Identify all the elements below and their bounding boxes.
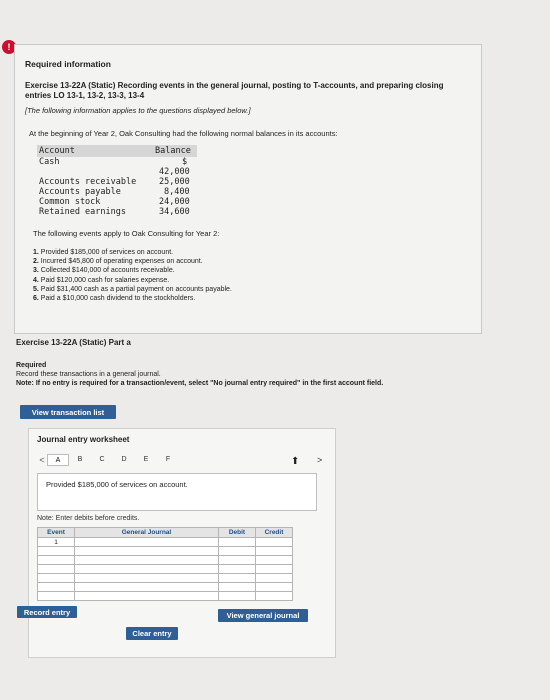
worksheet-title: Journal entry worksheet — [37, 435, 130, 444]
transaction-prompt: Provided $185,000 of services on account… — [37, 473, 317, 511]
tab-f[interactable]: F — [157, 454, 179, 466]
event-number: 1 — [36, 537, 76, 547]
balance-value: 42,000 — [159, 167, 190, 177]
event-cell — [36, 555, 76, 565]
general-journal-column-header: General Journal — [74, 527, 219, 538]
balance-table: Account Balance Cash $ 42,000 Accounts r… — [37, 145, 197, 217]
tab-b[interactable]: B — [69, 454, 91, 466]
balance-column-header: Balance — [155, 146, 191, 156]
events-title: The following events apply to Oak Consul… — [33, 229, 220, 238]
journal-entry-worksheet: Journal entry worksheet < A B C D E F ⬆ … — [28, 428, 336, 658]
account-name: Retained earnings — [39, 207, 126, 217]
debit-input[interactable] — [217, 573, 256, 583]
table-row — [36, 546, 294, 556]
event-cell — [36, 546, 76, 556]
account-input[interactable] — [74, 537, 219, 547]
exercise-title: Exercise 13-22A (Static) Recording event… — [25, 81, 444, 100]
event-cell — [36, 591, 76, 601]
view-transaction-list-button[interactable]: View transaction list — [20, 405, 116, 419]
event-column-header: Event — [36, 527, 76, 538]
clear-entry-button[interactable]: Clear entry — [126, 627, 178, 640]
balance-value: 25,000 — [159, 177, 190, 187]
table-row — [36, 555, 294, 565]
debit-input[interactable] — [217, 591, 256, 601]
account-name: Common stock — [39, 197, 101, 207]
debit-input[interactable] — [217, 537, 256, 547]
balance-value: 34,600 — [159, 207, 190, 217]
credit-column-header: Credit — [254, 527, 294, 538]
event-item: 4. Paid $120,000 cash for salaries expen… — [33, 276, 170, 284]
record-entry-button[interactable]: Record entry — [17, 606, 77, 618]
required-note: Note: If no entry is required for a tran… — [16, 380, 384, 387]
intro-text: At the beginning of Year 2, Oak Consulti… — [29, 129, 338, 138]
account-input[interactable] — [74, 546, 219, 556]
required-information-heading: Required information — [25, 59, 111, 69]
event-item: 2. Incurred $45,800 of operating expense… — [33, 258, 203, 266]
table-row: 1 — [36, 537, 294, 547]
event-cell — [36, 564, 76, 574]
account-column-header: Account — [39, 146, 75, 156]
credit-input[interactable] — [254, 555, 294, 565]
event-item: 6. Paid a $10,000 cash dividend to the s… — [33, 295, 196, 303]
credit-input[interactable] — [254, 546, 294, 556]
event-item: 1. Provided $185,000 of services on acco… — [33, 249, 174, 256]
chevron-left-icon[interactable]: < — [37, 455, 47, 465]
account-name: Cash — [39, 157, 60, 167]
event-item: 3. Collected $140,000 of accounts receiv… — [33, 267, 175, 275]
applies-note: [The following information applies to th… — [25, 106, 251, 115]
event-cell — [36, 582, 76, 592]
credit-input[interactable] — [254, 582, 294, 592]
balance-value: 8,400 — [164, 187, 190, 197]
account-input[interactable] — [74, 582, 219, 592]
debit-input[interactable] — [217, 555, 256, 565]
account-name: Accounts receivable — [39, 177, 137, 187]
credit-input[interactable] — [254, 591, 294, 601]
event-item: 5. Paid $31,400 cash as a partial paymen… — [33, 285, 232, 293]
part-title: Exercise 13-22A (Static) Part a — [16, 338, 131, 347]
table-row — [36, 573, 294, 583]
account-input[interactable] — [74, 573, 219, 583]
events-list: 1. Provided $185,000 of services on acco… — [33, 248, 232, 303]
table-row — [36, 591, 294, 601]
tab-e[interactable]: E — [135, 454, 157, 466]
table-row — [36, 582, 294, 592]
table-row — [36, 564, 294, 574]
debit-input[interactable] — [217, 582, 256, 592]
tab-c[interactable]: C — [91, 454, 113, 466]
credit-input[interactable] — [254, 573, 294, 583]
debit-input[interactable] — [217, 564, 256, 574]
required-label: Required — [16, 362, 47, 369]
required-text: Record these transactions in a general j… — [16, 371, 161, 378]
credit-input[interactable] — [254, 537, 294, 547]
currency-symbol: $ — [182, 157, 188, 167]
mouse-cursor-icon: ⬆ — [291, 456, 300, 467]
worksheet-tabs: < A B C D E F — [37, 454, 179, 466]
account-input[interactable] — [74, 564, 219, 574]
debits-note: Note: Enter debits before credits. — [37, 515, 140, 522]
tab-d[interactable]: D — [113, 454, 135, 466]
balance-value: 24,000 — [159, 197, 190, 207]
tab-a[interactable]: A — [47, 454, 69, 466]
chevron-right-icon[interactable]: > — [317, 455, 322, 465]
account-input[interactable] — [74, 555, 219, 565]
debit-input[interactable] — [217, 546, 256, 556]
account-name: Accounts payable — [39, 187, 121, 197]
debit-column-header: Debit — [217, 527, 256, 538]
journal-entry-table: Event General Journal Debit Credit 1 — [36, 527, 294, 601]
balance-table-header: Account Balance — [37, 145, 197, 157]
event-cell — [36, 573, 76, 583]
account-input[interactable] — [74, 591, 219, 601]
required-information-panel: Required information Exercise 13-22A (St… — [14, 44, 482, 334]
credit-input[interactable] — [254, 564, 294, 574]
view-general-journal-button[interactable]: View general journal — [218, 609, 308, 622]
